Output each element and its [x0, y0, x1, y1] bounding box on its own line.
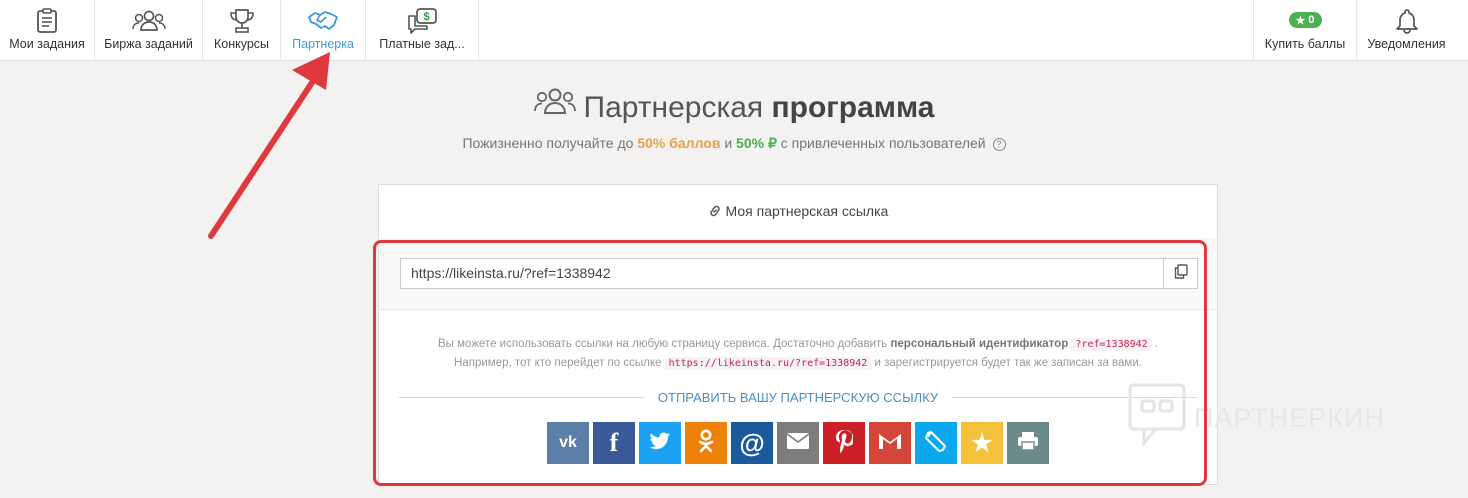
- annotation-arrow: [208, 52, 330, 239]
